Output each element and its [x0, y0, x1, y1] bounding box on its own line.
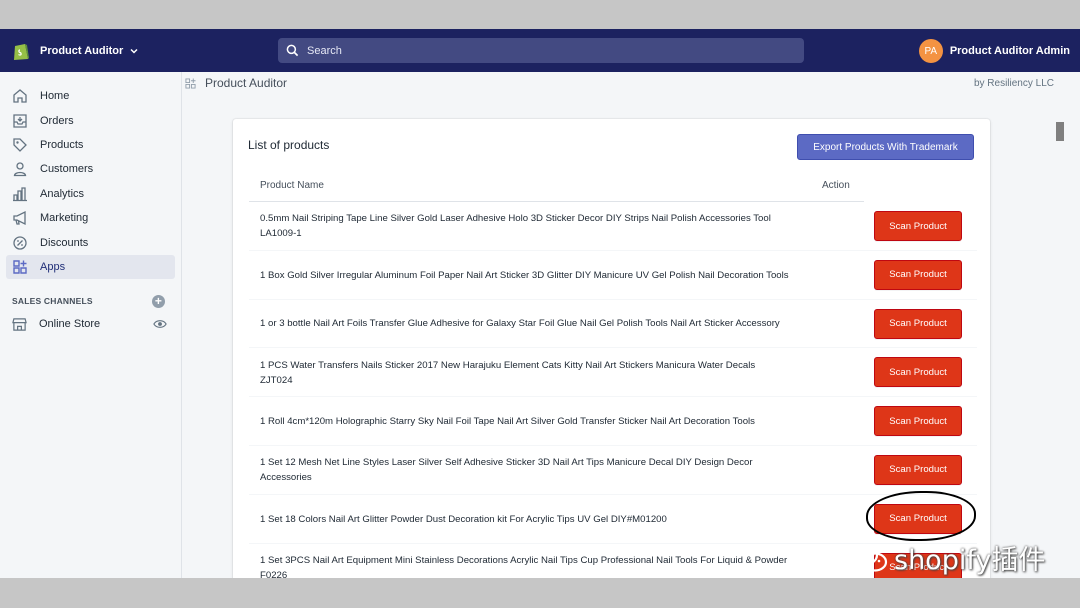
sidebar-item-label: Home — [40, 90, 70, 103]
product-table: 0.5mm Nail Striping Tape Line Silver Gol… — [249, 202, 977, 578]
sidebar-item-home[interactable]: Home — [6, 84, 175, 108]
shopify-logo-icon — [14, 43, 29, 60]
table-row: 1 or 3 bottle Nail Art Foils Transfer Gl… — [249, 300, 977, 349]
sidebar-item-apps[interactable]: Apps — [6, 254, 175, 280]
page-title: Product Auditor — [205, 76, 288, 90]
sidebar-item-discounts[interactable]: Discounts — [6, 230, 175, 254]
add-channel-icon[interactable]: + — [152, 294, 165, 308]
sidebar-item-label: Analytics — [40, 187, 85, 200]
sidebar-item-label: Products — [40, 138, 84, 151]
table-header: Product Name Action — [249, 176, 864, 202]
scan-product-button[interactable]: Scan Product — [874, 308, 962, 339]
product-name: 1 Roll 4cm*120m Holographic Starry Sky N… — [260, 416, 755, 428]
sidebar-item-analytics[interactable]: Analytics — [6, 182, 175, 206]
sidebar-item-online-store[interactable]: Online Store — [0, 311, 181, 337]
main-content: Product Auditor by Resiliency LLC List o… — [183, 72, 1080, 578]
megaphone-icon — [13, 211, 26, 226]
watermark-text: shopify插件 — [894, 545, 1046, 576]
top-bar: Product Auditor PA Product Auditor Admin — [0, 29, 1080, 72]
sales-channels-heading: SALES CHANNELS — [12, 296, 93, 307]
chevron-down-icon — [130, 48, 138, 54]
app-byline: by Resiliency LLC — [973, 78, 1054, 89]
watermark: shopify插件 — [848, 538, 1045, 577]
sidebar-item-label: Customers — [40, 163, 94, 176]
home-icon — [13, 89, 27, 103]
table-row: 1 Roll 4cm*120m Holographic Starry Sky N… — [249, 397, 977, 446]
sidebar-item-products[interactable]: Products — [6, 133, 175, 157]
breadcrumb: Product Auditor — [185, 76, 287, 90]
table-row: 1 Set 12 Mesh Net Line Styles Laser Silv… — [249, 446, 977, 495]
product-name: 1 Set 18 Colors Nail Art Glitter Powder … — [260, 513, 667, 525]
table-row: 0.5mm Nail Striping Tape Line Silver Gol… — [249, 202, 977, 251]
online-store-label: Online Store — [39, 318, 101, 331]
orders-icon — [13, 113, 27, 128]
bar-chart-icon — [13, 187, 27, 201]
scan-product-button[interactable]: Scan Product — [874, 406, 962, 437]
avatar: PA — [918, 39, 943, 63]
search-bar[interactable] — [278, 38, 804, 63]
sidebar-nav: Home Orders Products Customers Analytics… — [0, 72, 181, 280]
product-name: 1 or 3 bottle Nail Art Foils Transfer Gl… — [260, 318, 780, 330]
product-name: 1 PCS Water Transfers Nails Sticker 2017… — [260, 359, 756, 386]
search-input[interactable] — [307, 44, 787, 57]
product-name: 1 Set 12 Mesh Net Line Styles Laser Silv… — [260, 457, 753, 484]
search-icon — [286, 44, 299, 57]
table-row: 1 PCS Water Transfers Nails Sticker 2017… — [249, 348, 977, 398]
tag-icon — [13, 138, 27, 152]
sidebar-item-label: Marketing — [40, 212, 89, 225]
store-switcher[interactable]: Product Auditor — [0, 41, 182, 61]
store-name: Product Auditor — [40, 44, 124, 57]
scan-product-button[interactable]: Scan Product — [874, 454, 962, 485]
product-name: 0.5mm Nail Striping Tape Line Silver Gol… — [260, 213, 771, 240]
products-card: List of products Export Products With Tr… — [233, 119, 990, 578]
scan-product-button[interactable]: Scan Product — [874, 211, 962, 241]
product-name: 1 Set 3PCS Nail Art Equipment Mini Stain… — [260, 554, 788, 578]
table-row: 1 Box Gold Silver Irregular Aluminum Foi… — [249, 251, 977, 300]
discount-icon — [13, 235, 27, 250]
sales-channels-header: SALES CHANNELS + — [0, 291, 181, 311]
sidebar-item-marketing[interactable]: Marketing — [6, 206, 175, 230]
table-row: 1 Set 18 Colors Nail Art Glitter Powder … — [249, 495, 977, 544]
sidebar-item-customers[interactable]: Customers — [6, 157, 175, 181]
app-window: Product Auditor PA Product Auditor Admin… — [0, 29, 1080, 578]
sidebar-item-orders[interactable]: Orders — [6, 108, 175, 132]
scan-product-button[interactable]: Scan Product — [874, 503, 962, 534]
sidebar: Home Orders Products Customers Analytics… — [0, 72, 182, 578]
sidebar-item-label: Orders — [40, 114, 74, 127]
product-name: 1 Box Gold Silver Irregular Aluminum Foi… — [260, 269, 789, 281]
wechat-icon — [849, 543, 888, 572]
export-products-button[interactable]: Export Products With Trademark — [797, 134, 974, 160]
scan-product-button[interactable]: Scan Product — [874, 357, 962, 388]
sidebar-item-label: Discounts — [40, 236, 89, 249]
column-header-action: Action — [822, 180, 850, 191]
column-header-product-name: Product Name — [260, 180, 324, 191]
scrollbar-thumb[interactable] — [1056, 122, 1064, 141]
sidebar-item-label: Apps — [40, 260, 66, 273]
apps-icon — [185, 77, 196, 89]
account-name: Product Auditor Admin — [949, 45, 1070, 57]
eye-icon[interactable] — [153, 317, 167, 331]
person-icon — [13, 162, 27, 177]
apps-icon — [13, 260, 27, 274]
scan-product-button[interactable]: Scan Product — [874, 259, 962, 290]
store-icon — [12, 317, 27, 331]
online-store-link[interactable]: Online Store — [12, 317, 100, 332]
card-title: List of products — [248, 138, 330, 152]
account-menu[interactable]: PA Product Auditor Admin — [918, 39, 1070, 63]
